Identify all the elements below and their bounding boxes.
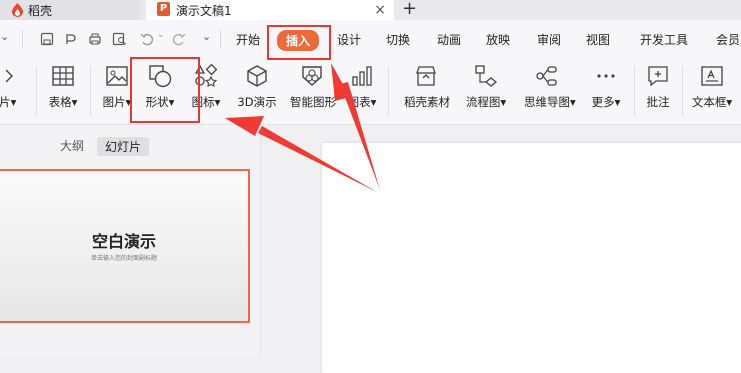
tab-outline[interactable]: 大纲 [60, 137, 84, 154]
save-icon[interactable] [40, 32, 54, 46]
print-preview-icon[interactable] [112, 32, 127, 46]
presentation-file-icon: P [157, 2, 170, 16]
ribbon-flowchart-label: 流程图▾ [465, 95, 507, 109]
ribbon-textbox-label: 文本框▾ [691, 95, 733, 109]
ribbon-mindmap-button[interactable]: 思维导图▾ [524, 60, 576, 110]
ribbon-comment-label: 批注 [646, 95, 670, 109]
thumbnail-title: 空白演示 [91, 232, 156, 251]
tab-slides[interactable]: 幻灯片 [97, 137, 150, 156]
ribbon-smartart-button[interactable]: 智能图形 [290, 60, 336, 110]
customize-quick-access-icon[interactable]: ⌄ [202, 30, 211, 43]
menu-design[interactable]: 设计 [337, 31, 361, 48]
menu-developer[interactable]: 开发工具 [640, 31, 688, 48]
ribbon-chart-label: 图表▾ [347, 95, 377, 109]
comment-icon [648, 66, 668, 87]
menu-bar: ⌄ ⌄ ⌄ 开始 插入 设计 切换 动画 放映 审阅 视图 开发工具 会员 [0, 20, 741, 59]
ribbon-smartart-label: 智能图形 [290, 95, 336, 109]
divider [634, 66, 635, 116]
new-tab-icon[interactable]: + [402, 0, 417, 19]
ribbon-3d-button[interactable]: 3D演示 [235, 60, 279, 110]
media-icon [5, 69, 13, 83]
slide-thumbnail-1[interactable]: 空白演示 单击输入您的封面副标题 [0, 169, 250, 323]
smartart-icon [302, 66, 322, 86]
divider [36, 66, 37, 116]
slides-panel: 大纲 幻灯片 空白演示 单击输入您的封面副标题 [0, 125, 261, 356]
ribbon-more-button[interactable]: 更多▾ [584, 60, 628, 110]
divider [682, 66, 683, 116]
ribbon-3d-label: 3D演示 [237, 95, 277, 109]
more-icon [597, 74, 615, 78]
store-icon [416, 66, 436, 86]
tab-docer[interactable]: 稻壳 [0, 0, 140, 20]
insert-ribbon: 汀片▾ 表格▾ 图片▾ 形状▾ 图标▾ 3D演示 智能图形 图表▾ 稻壳素材 流… [0, 58, 741, 125]
mindmap-icon [536, 66, 557, 86]
docer-logo-icon [12, 3, 23, 17]
ribbon-mindmap-label: 思维导图▾ [524, 95, 576, 109]
ribbon-table-button[interactable]: 表格▾ [41, 60, 85, 110]
flowchart-icon [475, 65, 498, 87]
highlight-insert-tab [267, 25, 331, 60]
ribbon-flowchart-button[interactable]: 流程图▾ [464, 60, 508, 110]
divider [90, 66, 91, 116]
picture-icon [106, 66, 128, 86]
menu-slideshow[interactable]: 放映 [486, 31, 510, 48]
textbox-icon [701, 66, 723, 86]
slide-canvas[interactable] [322, 143, 741, 373]
ribbon-docer-assets-label: 稻壳素材 [404, 95, 450, 109]
tab-docer-label: 稻壳 [28, 3, 53, 18]
undo-dropdown-icon[interactable]: ⌄ [157, 30, 165, 40]
menu-animations[interactable]: 动画 [437, 31, 461, 48]
menu-chevron-icon[interactable]: ⌄ [0, 30, 9, 43]
ribbon-media-button[interactable]: 汀片▾ [0, 60, 24, 110]
menu-home[interactable]: 开始 [236, 31, 260, 48]
menu-transitions[interactable]: 切换 [386, 31, 410, 48]
ribbon-table-label: 表格▾ [48, 95, 78, 109]
print-icon[interactable] [88, 32, 102, 46]
cube-icon [247, 65, 267, 87]
menu-view[interactable]: 视图 [586, 31, 610, 48]
menu-membership[interactable]: 会员 [716, 31, 740, 48]
divider [22, 30, 23, 48]
close-icon[interactable]: × [374, 0, 386, 20]
thumbnail-subtitle: 单击输入您的封面副标题 [90, 255, 157, 262]
ribbon-docer-assets-button[interactable]: 稻壳素材 [404, 60, 450, 110]
highlight-shape-button [130, 57, 200, 123]
tab-bar: 稻壳 P 演示文稿1 × + [0, 0, 741, 20]
ribbon-media-label: 汀片▾ [0, 95, 17, 109]
table-icon [52, 66, 74, 86]
undo-icon[interactable] [140, 32, 154, 46]
ribbon-chart-button[interactable]: 图表▾ [340, 60, 384, 110]
ribbon-more-label: 更多▾ [591, 95, 621, 109]
tab-presentation[interactable]: P 演示文稿1 × [146, 0, 394, 20]
chart-icon [352, 66, 372, 86]
ribbon-textbox-button[interactable]: 文本框▾ [690, 60, 734, 110]
divider [388, 66, 389, 116]
export-icon[interactable] [64, 32, 78, 46]
tab-presentation-label: 演示文稿1 [176, 3, 232, 18]
menu-review[interactable]: 审阅 [537, 31, 561, 48]
redo-icon[interactable] [172, 32, 186, 46]
editor-area [261, 125, 741, 373]
ribbon-comment-button[interactable]: 批注 [636, 60, 680, 110]
divider [220, 30, 221, 48]
